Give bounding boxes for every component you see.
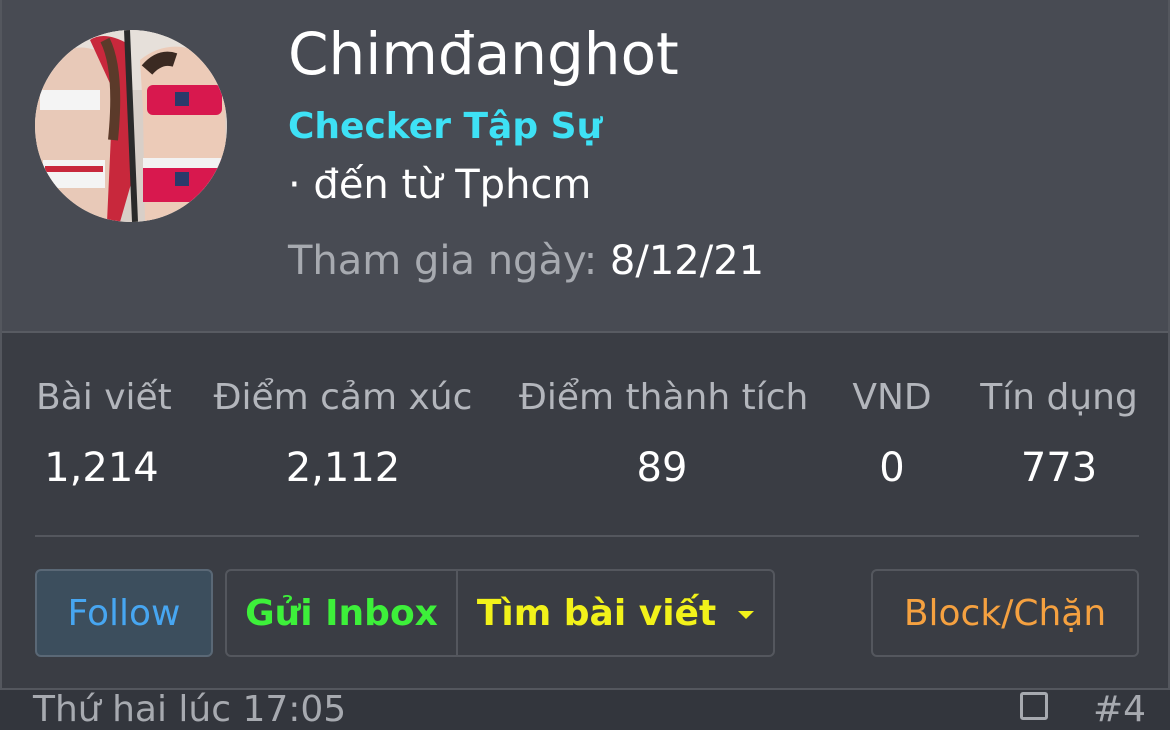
joined-label: Tham gia ngày:	[288, 238, 598, 284]
user-location: · đến từ Tphcm	[288, 162, 592, 208]
post-number[interactable]: #4	[1093, 690, 1146, 730]
stat-reactions[interactable]: Điểm cảm xúc 2,112	[213, 376, 473, 492]
find-posts-label: Tìm bài viết	[476, 592, 717, 634]
stat-label: Điểm cảm xúc	[213, 377, 473, 418]
stat-credit[interactable]: Tín dụng 773	[979, 376, 1139, 492]
stat-label: VND	[852, 377, 932, 418]
stat-value: 1,214	[44, 445, 159, 491]
member-tooltip-card: Chimđanghot Checker Tập Sự · đến từ Tphc…	[0, 0, 1170, 690]
post-timestamp[interactable]: Thứ hai lúc 17:05	[33, 690, 346, 730]
caret-down-icon	[738, 611, 755, 619]
stat-label: Tín dụng	[980, 377, 1138, 418]
stat-value: 2,112	[285, 445, 401, 491]
stat-value: 0	[879, 445, 905, 491]
stat-posts[interactable]: Bài viết 1,214	[36, 376, 172, 492]
divider	[35, 535, 1139, 537]
user-title: Checker Tập Sự	[288, 106, 603, 147]
send-inbox-label: Gửi Inbox	[245, 592, 438, 634]
block-button[interactable]: Block/Chặn	[871, 569, 1139, 657]
stat-value: 89	[636, 445, 688, 491]
find-posts-dropdown[interactable]: Tìm bài viết	[458, 571, 773, 655]
send-inbox-button[interactable]: Gửi Inbox	[227, 571, 458, 655]
action-button-group: Gửi Inbox Tìm bài viết	[225, 569, 775, 657]
follow-button[interactable]: Follow	[35, 569, 213, 657]
bookmark-checkbox[interactable]	[1020, 692, 1048, 720]
stat-label: Điểm thành tích	[519, 377, 809, 418]
stat-achievements[interactable]: Điểm thành tích 89	[519, 376, 809, 492]
avatar-photo-icon	[35, 30, 227, 222]
stat-vnd[interactable]: VND 0	[851, 376, 933, 492]
joined-value: 8/12/21	[609, 238, 765, 284]
stat-value: 773	[1020, 445, 1098, 491]
avatar[interactable]	[35, 30, 227, 222]
profile-header: Chimđanghot Checker Tập Sự · đến từ Tphc…	[2, 0, 1168, 333]
joined-date: Tham gia ngày: 8/12/21	[288, 238, 764, 284]
username[interactable]: Chimđanghot	[288, 20, 679, 88]
stat-label: Bài viết	[36, 377, 172, 418]
